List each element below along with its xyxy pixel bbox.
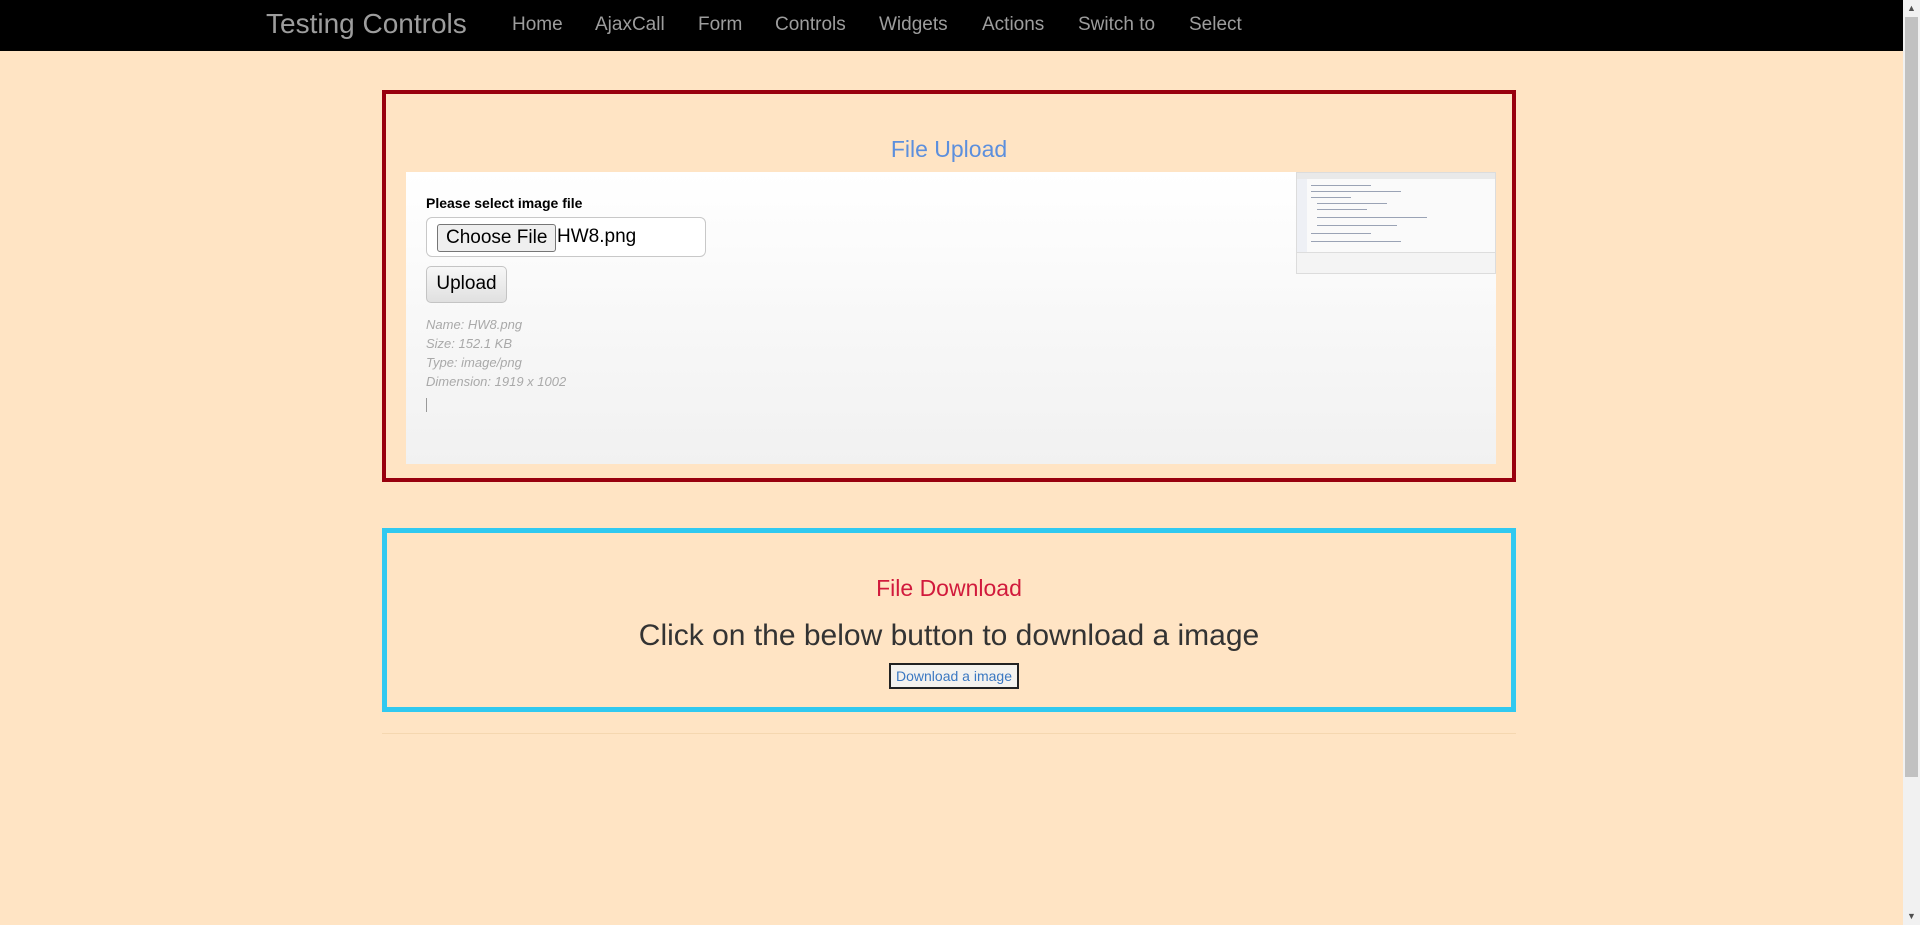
file-meta-dimension: Dimension: 1919 x 1002	[426, 374, 567, 389]
download-image-button[interactable]: Download a image	[889, 663, 1019, 689]
nav-item-select[interactable]: Select	[1189, 14, 1242, 36]
image-preview-thumbnail	[1296, 172, 1496, 274]
upload-button[interactable]: Upload	[426, 266, 507, 303]
nav-item-widgets[interactable]: Widgets	[879, 14, 948, 36]
select-image-label: Please select image file	[426, 195, 583, 211]
scroll-up-icon[interactable]: ▲	[1903, 0, 1920, 17]
nav-item-controls[interactable]: Controls	[775, 14, 846, 36]
scroll-down-icon[interactable]: ▼	[1903, 908, 1920, 925]
file-input[interactable]: Choose File HW8.png	[426, 217, 706, 257]
file-upload-section: File Upload Please select image file Cho…	[382, 90, 1516, 482]
text-caret	[426, 398, 427, 412]
divider	[382, 733, 1516, 734]
nav-item-ajaxcall[interactable]: AjaxCall	[595, 14, 665, 36]
nav-item-home[interactable]: Home	[512, 14, 563, 36]
top-navbar: Testing Controls Home AjaxCall Form Cont…	[0, 0, 1903, 51]
scrollbar-thumb[interactable]	[1905, 17, 1918, 777]
upload-panel: Please select image file Choose File HW8…	[406, 172, 1496, 464]
file-meta-type: Type: image/png	[426, 355, 522, 370]
selected-file-name: HW8.png	[557, 226, 637, 247]
file-meta-name: Name: HW8.png	[426, 317, 523, 332]
nav-item-actions[interactable]: Actions	[982, 14, 1044, 36]
nav-item-form[interactable]: Form	[698, 14, 742, 36]
nav-item-switch-to[interactable]: Switch to	[1078, 14, 1155, 36]
file-download-section: File Download Click on the below button …	[382, 528, 1516, 712]
choose-file-button[interactable]: Choose File	[437, 224, 557, 252]
file-download-title: File Download	[876, 575, 1022, 601]
brand-link[interactable]: Testing Controls	[266, 8, 467, 40]
download-instruction: Click on the below button to download a …	[638, 619, 1260, 652]
file-meta-size: Size: 152.1 KB	[426, 336, 512, 351]
vertical-scrollbar[interactable]: ▲ ▼	[1903, 0, 1920, 925]
file-upload-title: File Upload	[890, 136, 1008, 162]
